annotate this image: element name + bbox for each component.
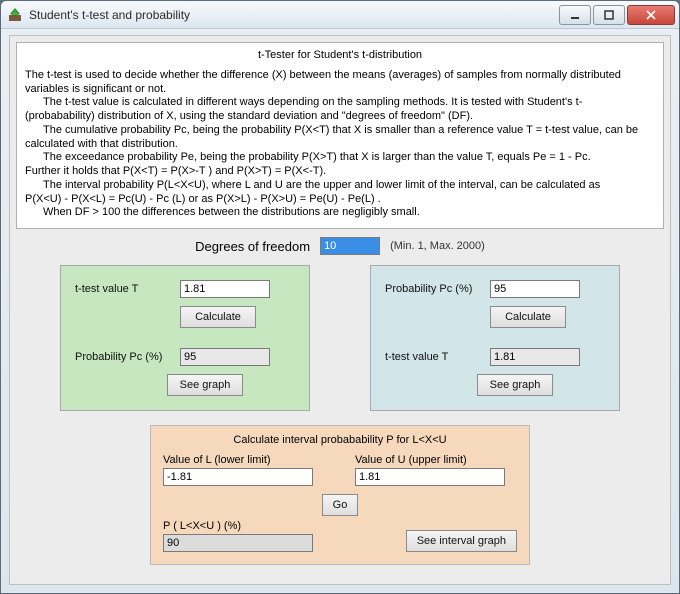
dof-input[interactable] <box>320 237 380 255</box>
maximize-icon <box>604 10 614 20</box>
panels-row: t-test value T Calculate Probability Pc … <box>10 265 670 411</box>
minimize-icon <box>570 10 580 20</box>
interval-p-label: P ( L<X<U ) (%) <box>163 520 313 532</box>
client-area: t-Tester for Student's t-distribution Th… <box>9 35 671 585</box>
upper-limit-input[interactable] <box>355 468 505 486</box>
description-line: The interval probability P(L<X<U), where… <box>25 179 655 193</box>
t-value-label: t-test value T <box>385 351 490 363</box>
see-graph-button[interactable]: See graph <box>477 374 553 396</box>
window-title: Student's t-test and probability <box>29 8 190 22</box>
description-line: P(X<U) - P(X<L) = Pc(U) - Pc (L) or as P… <box>25 193 655 207</box>
app-window: Student's t-test and probability t-Teste… <box>0 0 680 594</box>
lower-limit-label: Value of L (lower limit) <box>163 454 325 466</box>
interval-panel: Calculate interval probabability P for L… <box>150 425 530 565</box>
pc-output <box>180 348 270 366</box>
titlebar[interactable]: Student's t-test and probability <box>1 1 679 29</box>
see-interval-graph-button[interactable]: See interval graph <box>406 530 517 552</box>
close-icon <box>646 10 656 20</box>
lower-limit-input[interactable] <box>163 468 313 486</box>
pc-label: Probability Pc (%) <box>75 351 180 363</box>
description-line: Further it holds that P(X<T) = P(X>-T ) … <box>25 165 655 179</box>
description-line: The t-test is used to decide whether the… <box>25 69 655 97</box>
t-value-input[interactable] <box>180 280 270 298</box>
pc-label: Probability Pc (%) <box>385 283 490 295</box>
degrees-of-freedom-row: Degrees of freedom (Min. 1, Max. 2000) <box>10 237 670 255</box>
description-line: When DF > 100 the differences between th… <box>25 206 655 220</box>
description-line: The t-test value is calculated in differ… <box>25 96 655 124</box>
upper-limit-label: Value of U (upper limit) <box>355 454 517 466</box>
t-to-pc-panel: t-test value T Calculate Probability Pc … <box>60 265 310 411</box>
maximize-button[interactable] <box>593 5 625 25</box>
description-heading: t-Tester for Student's t-distribution <box>25 49 655 63</box>
app-icon <box>7 7 23 23</box>
window-controls <box>557 5 675 25</box>
interval-title: Calculate interval probabability P for L… <box>163 434 517 446</box>
calculate-button[interactable]: Calculate <box>490 306 566 328</box>
interval-p-output <box>163 534 313 552</box>
t-value-label: t-test value T <box>75 283 180 295</box>
pc-to-t-panel: Probability Pc (%) Calculate t-test valu… <box>370 265 620 411</box>
dof-range-label: (Min. 1, Max. 2000) <box>390 240 485 252</box>
description-line: The exceedance probability Pe, being the… <box>25 151 655 165</box>
calculate-button[interactable]: Calculate <box>180 306 256 328</box>
dof-label: Degrees of freedom <box>195 239 310 254</box>
pc-input[interactable] <box>490 280 580 298</box>
go-button[interactable]: Go <box>322 494 359 516</box>
see-graph-button[interactable]: See graph <box>167 374 243 396</box>
t-value-output <box>490 348 580 366</box>
minimize-button[interactable] <box>559 5 591 25</box>
description-line: The cumulative probability Pc, being the… <box>25 124 655 152</box>
description-box: t-Tester for Student's t-distribution Th… <box>16 42 664 229</box>
close-button[interactable] <box>627 5 675 25</box>
